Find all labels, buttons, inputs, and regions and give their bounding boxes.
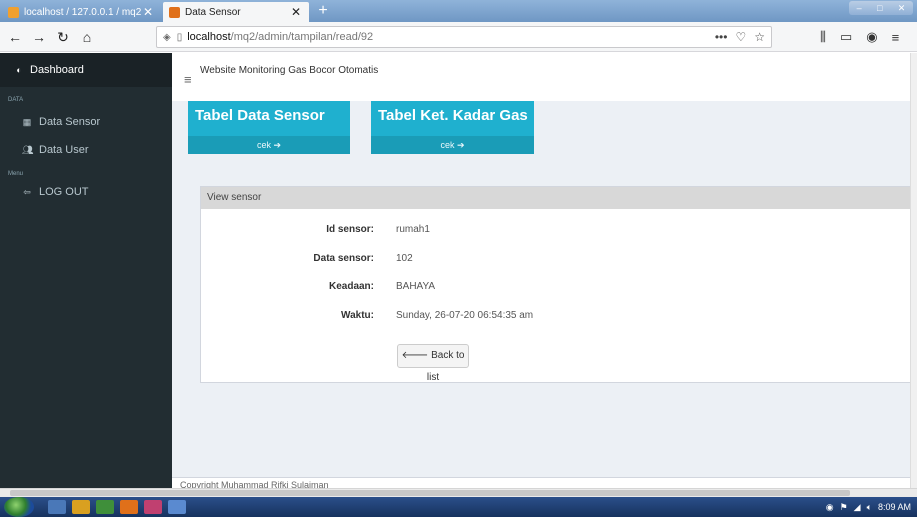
field-row-id-sensor: Id sensor: rumah1 bbox=[201, 224, 914, 238]
sidebar-section-menu: Menu bbox=[8, 171, 24, 177]
browser-titlebar: localhost / 127.0.0.1 / mq2 | php ✕ Data… bbox=[0, 0, 917, 22]
flag-icon[interactable]: ⚑ bbox=[840, 502, 848, 513]
dashboard-icon: ◐ bbox=[16, 65, 22, 75]
view-sensor-box: View sensor Id sensor: rumah1 Data senso… bbox=[200, 186, 915, 383]
tab-title: Data Sensor bbox=[185, 6, 241, 18]
sidebar: ◐ Dashboard DATA ▦ Data Sensor 👥︎ Data U… bbox=[0, 53, 172, 488]
app-icon[interactable] bbox=[168, 500, 186, 514]
page-actions-icon[interactable]: ••• bbox=[715, 30, 728, 44]
shield-icon: ◈ bbox=[163, 31, 171, 43]
sidebar-item-label: Dashboard bbox=[30, 64, 84, 76]
back-button-label: Back to list bbox=[426, 350, 465, 383]
field-label: Waktu: bbox=[341, 310, 374, 321]
page-icon: ▯ bbox=[176, 31, 183, 43]
home-icon[interactable]: ⌂ bbox=[76, 26, 98, 48]
tile-footer-link[interactable]: cek ➔ bbox=[188, 136, 350, 154]
field-label: Data sensor: bbox=[313, 253, 374, 264]
sidebar-item-label: Data Sensor bbox=[39, 116, 101, 128]
field-value: Sunday, 26-07-20 06:54:35 am bbox=[396, 310, 534, 321]
vertical-scrollbar[interactable] bbox=[910, 53, 917, 488]
close-icon[interactable]: ✕ bbox=[141, 5, 155, 19]
field-label: Id sensor: bbox=[326, 224, 374, 235]
url-host: localhost bbox=[187, 31, 231, 43]
chrome-icon[interactable] bbox=[72, 500, 90, 514]
field-label: Keadaan: bbox=[328, 281, 374, 292]
page-footer: Copyright Muhammad Rifki Sulaiman bbox=[172, 477, 917, 488]
tab-data-sensor[interactable]: Data Sensor ✕ bbox=[163, 2, 309, 22]
field-row-waktu: Waktu: Sunday, 26-07-20 06:54:35 am bbox=[201, 310, 914, 324]
arrow-circle-right-icon: ➔ bbox=[456, 140, 465, 150]
hamburger-menu-icon[interactable]: ≡ bbox=[184, 72, 192, 87]
new-tab-button[interactable]: + bbox=[314, 2, 332, 20]
users-icon: 👥︎ bbox=[22, 144, 34, 155]
url-path: /mq2/admin/tampilan/read/92 bbox=[230, 31, 374, 43]
tab-title: localhost / 127.0.0.1 / mq2 | php bbox=[24, 6, 141, 18]
sidebar-item-data-sensor[interactable]: ▦ Data Sensor bbox=[0, 109, 172, 135]
tile-label: Tabel Data Sensor bbox=[195, 107, 325, 124]
maximize-icon[interactable]: □ bbox=[877, 3, 882, 13]
field-row-keadaan: Keadaan: BAHAYA bbox=[201, 281, 914, 295]
horizontal-scrollbar[interactable] bbox=[0, 488, 917, 497]
sidebar-item-logout[interactable]: ⇦ LOG OUT bbox=[0, 179, 172, 205]
volume-icon[interactable]: 🔈︎ bbox=[867, 502, 872, 513]
table-icon: ▦ bbox=[22, 116, 32, 127]
tile-footer-text: cek bbox=[256, 140, 271, 150]
pocket-icon[interactable]: ♡ bbox=[735, 30, 746, 44]
back-arrow-icon[interactable]: ← bbox=[4, 26, 26, 48]
forward-arrow-icon[interactable]: → bbox=[28, 26, 50, 48]
sidebar-item-label: Data User bbox=[39, 144, 89, 156]
phpmyadmin-favicon-icon bbox=[8, 6, 19, 18]
main-content: ≡ Website Monitoring Gas Bocor Otomatis … bbox=[172, 53, 917, 488]
field-value: rumah1 bbox=[396, 224, 430, 235]
url-actions: ••• ♡ ☆ bbox=[715, 27, 765, 47]
app-icon[interactable] bbox=[144, 500, 162, 514]
arrow-circle-right-icon: ➔ bbox=[273, 140, 282, 150]
start-button[interactable] bbox=[4, 497, 34, 517]
site-title: Website Monitoring Gas Bocor Otomatis bbox=[200, 65, 379, 76]
tab-phpmyadmin[interactable]: localhost / 127.0.0.1 / mq2 | php ✕ bbox=[2, 2, 161, 22]
menu-icon[interactable]: ≡ bbox=[892, 30, 900, 45]
toolbar-right: ⫼ ▭ ◉ ≡ bbox=[820, 26, 899, 48]
minimize-icon[interactable]: – bbox=[857, 3, 862, 13]
explorer-icon[interactable] bbox=[48, 500, 66, 514]
box-title: View sensor bbox=[201, 187, 914, 209]
copyright-text: Copyright Muhammad Rifki Sulaiman bbox=[180, 480, 329, 488]
close-icon[interactable]: ✕ bbox=[289, 5, 303, 19]
library-icon[interactable]: ⫼ bbox=[820, 29, 826, 45]
tile-footer-link[interactable]: cek ➔ bbox=[371, 136, 534, 154]
sidebar-item-label: LOG OUT bbox=[39, 186, 89, 198]
tile-tabel-data-sensor[interactable]: Tabel Data Sensor cek ➔ bbox=[188, 101, 350, 154]
clock[interactable]: 8:09 AM bbox=[878, 502, 911, 512]
tile-tabel-ket-kadar-gas[interactable]: Tabel Ket. Kadar Gas cek ➔ bbox=[371, 101, 534, 154]
field-row-data-sensor: Data sensor: 102 bbox=[201, 253, 914, 267]
app-icon[interactable] bbox=[96, 500, 114, 514]
system-tray: ◉ ⚑ ◢ 🔈︎ 8:09 AM bbox=[826, 497, 911, 517]
scrollbar-thumb[interactable] bbox=[10, 490, 850, 496]
sidebar-item-data-user[interactable]: 👥︎ Data User bbox=[0, 137, 172, 163]
sidebar-toggle-icon[interactable]: ▭ bbox=[840, 29, 852, 45]
field-value: 102 bbox=[396, 253, 413, 264]
page-favicon-icon bbox=[169, 6, 180, 18]
sidebar-section-data: DATA bbox=[8, 97, 24, 103]
field-value: BAHAYA bbox=[396, 281, 436, 292]
extension-icon[interactable]: ◉ bbox=[866, 29, 877, 45]
window-controls: – □ ✕ bbox=[849, 1, 913, 15]
sidebar-item-dashboard[interactable]: ◐ Dashboard bbox=[0, 53, 172, 87]
arrow-left-icon: 🡐︎ bbox=[401, 350, 429, 361]
windows-taskbar: ◉ ⚑ ◢ 🔈︎ 8:09 AM bbox=[0, 497, 917, 517]
bookmark-star-icon[interactable]: ☆ bbox=[754, 30, 765, 44]
tile-label: Tabel Ket. Kadar Gas bbox=[378, 107, 528, 124]
content-header: ≡ Website Monitoring Gas Bocor Otomatis bbox=[172, 53, 917, 101]
url-bar[interactable]: ◈ ▯ localhost/mq2/admin/tampilan/read/92… bbox=[156, 26, 772, 48]
browser-navbar: ← → ↻ ⌂ ◈ ▯ localhost/mq2/admin/tampilan… bbox=[0, 22, 917, 52]
reload-icon[interactable]: ↻ bbox=[52, 26, 74, 48]
signal-icon[interactable]: ◢ bbox=[854, 502, 861, 513]
close-window-icon[interactable]: ✕ bbox=[898, 3, 906, 14]
back-to-list-button[interactable]: 🡐︎ Back to list bbox=[397, 344, 469, 383]
logout-icon: ⇦ bbox=[23, 186, 31, 197]
firefox-icon[interactable] bbox=[120, 500, 138, 514]
tile-footer-text: cek bbox=[440, 140, 455, 150]
network-icon[interactable]: ◉ bbox=[826, 502, 834, 513]
